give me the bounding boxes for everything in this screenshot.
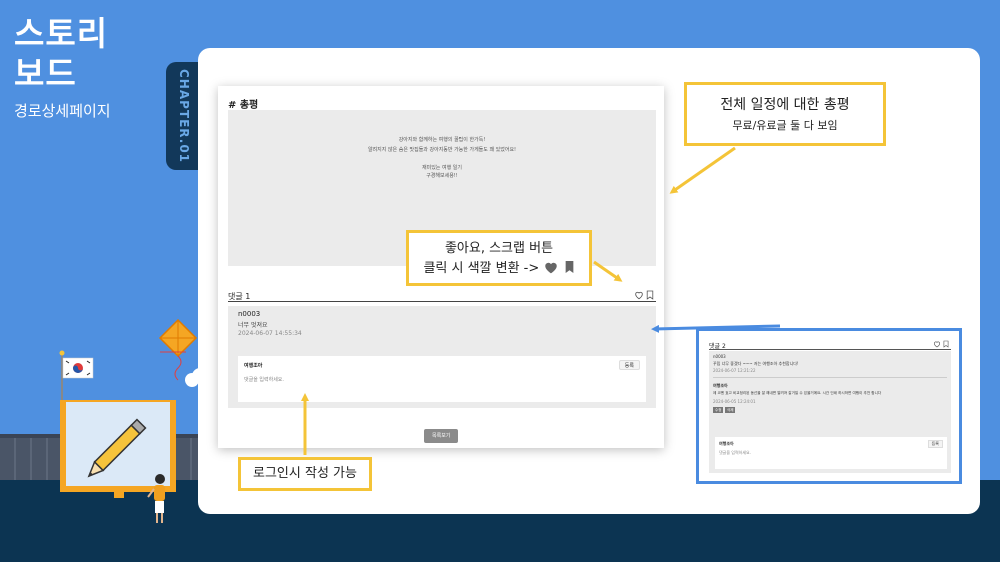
like-callout-line2: 클릭 시 색깔 변환 ->: [409, 259, 589, 279]
inset-submit-button[interactable]: 등록: [927, 440, 943, 448]
review-callout: 전체 일정에 대한 총평 무료/유료글 둘 다 보임: [684, 82, 886, 146]
slide-title-line2: 보드: [14, 54, 77, 93]
heart-filled-icon: [545, 262, 558, 274]
inset-divider: [709, 349, 951, 350]
review-line: 재미있는 여행 일기: [422, 165, 462, 171]
list-view-button[interactable]: 목록보기: [424, 429, 459, 443]
comment-date: 2024-06-07 14:55:34: [238, 330, 302, 337]
slide-subtitle: 경로상세페이지: [14, 102, 111, 120]
writer-name: 여행조아: [244, 363, 263, 369]
review-line: 알려지지 않은 숨은 맛집들과 강아지동반 가능한 가게들도 꽤 있었어요!: [367, 147, 517, 153]
inset-inner: 댓글 2 n0003 꾸밈 너무 좋겠다 ~~~ 저는 여행조아 추천합니다! …: [707, 337, 951, 475]
bookmark-icon[interactable]: [646, 290, 654, 300]
inset-comment-input[interactable]: 댓글을 입력하세요.: [719, 450, 751, 456]
comment-user: n0003: [238, 310, 261, 318]
inset-comment2-text: 제 코멘 효고 비교정리된 동선을 잘 해내면 알려져 갈거일 수 있을거에요.…: [713, 391, 882, 395]
heart-icon[interactable]: [634, 290, 644, 300]
inset-write-box[interactable]: 여행조아 댓글을 입력하세요. 등록: [715, 437, 947, 469]
comment-area: n0003 너무 멋져요 2024-06-07 14:55:34 여행조아 댓글…: [228, 306, 656, 408]
login-callout: 로그인시 작성 가능: [238, 457, 372, 491]
like-callout-line1: 좋아요, 스크랩 버튼: [444, 241, 554, 256]
slide-title-line1: 스토리: [14, 14, 109, 53]
delete-comment-button[interactable]: 삭제: [725, 407, 736, 413]
decorative-wall: [0, 438, 200, 482]
heart-icon[interactable]: [933, 340, 941, 348]
inset-comment-separator: [713, 377, 947, 378]
edit-comment-button[interactable]: 수정: [713, 407, 724, 413]
bookmark-filled-icon: [565, 260, 573, 274]
inset-comment1-date: 2024-06-07 12:21:22: [713, 368, 756, 373]
like-scrap-callout: 좋아요, 스크랩 버튼 클릭 시 색깔 변환 ->: [406, 230, 592, 286]
comment-input[interactable]: 댓글을 입력하세요.: [244, 376, 284, 383]
flag-icon: [59, 350, 94, 410]
review-line: 강아지와 함께하는 여행의 꿀팁이 한가득!: [398, 137, 486, 143]
review-callout-title: 전체 일정에 대한 총평: [720, 97, 850, 113]
review-callout-sub: 무료/유료글 둘 다 보임: [732, 119, 838, 132]
inset-mockup: 댓글 2 n0003 꾸밈 너무 좋겠다 ~~~ 저는 여행조아 추천합니다! …: [696, 328, 962, 484]
review-line: 구경해보세용!!: [426, 173, 458, 179]
chapter-label: CHAPTER.01: [177, 68, 191, 164]
inset-comment-area: n0003 꾸밈 너무 좋겠다 ~~~ 저는 여행조아 추천합니다! 2024-…: [709, 351, 951, 473]
slide-title: 스토리 보드: [14, 14, 108, 94]
submit-comment-button[interactable]: 등록: [618, 360, 640, 370]
kite-icon: [158, 318, 198, 381]
bookmark-icon[interactable]: [943, 340, 949, 348]
comment-divider: [228, 301, 656, 302]
inset-comment2-date: 2024-06-05 12:24:01: [713, 399, 756, 404]
comment-text: 너무 멋져요: [238, 322, 268, 329]
review-section-heading: # 총평: [228, 100, 259, 111]
comment-write-box[interactable]: 여행조아 댓글을 입력하세요. 등록: [238, 356, 646, 402]
like-callout-line2-text: 클릭 시 색깔 변환 ->: [423, 261, 540, 276]
inset-comment1-user: n0003: [713, 354, 726, 359]
inset-comment1-text: 꾸밈 너무 좋겠다 ~~~ 저는 여행조아 추천합니다!: [713, 361, 799, 366]
inset-comment2-user: 여행조아: [713, 383, 728, 388]
inset-writer-name: 여행조아: [719, 441, 734, 446]
